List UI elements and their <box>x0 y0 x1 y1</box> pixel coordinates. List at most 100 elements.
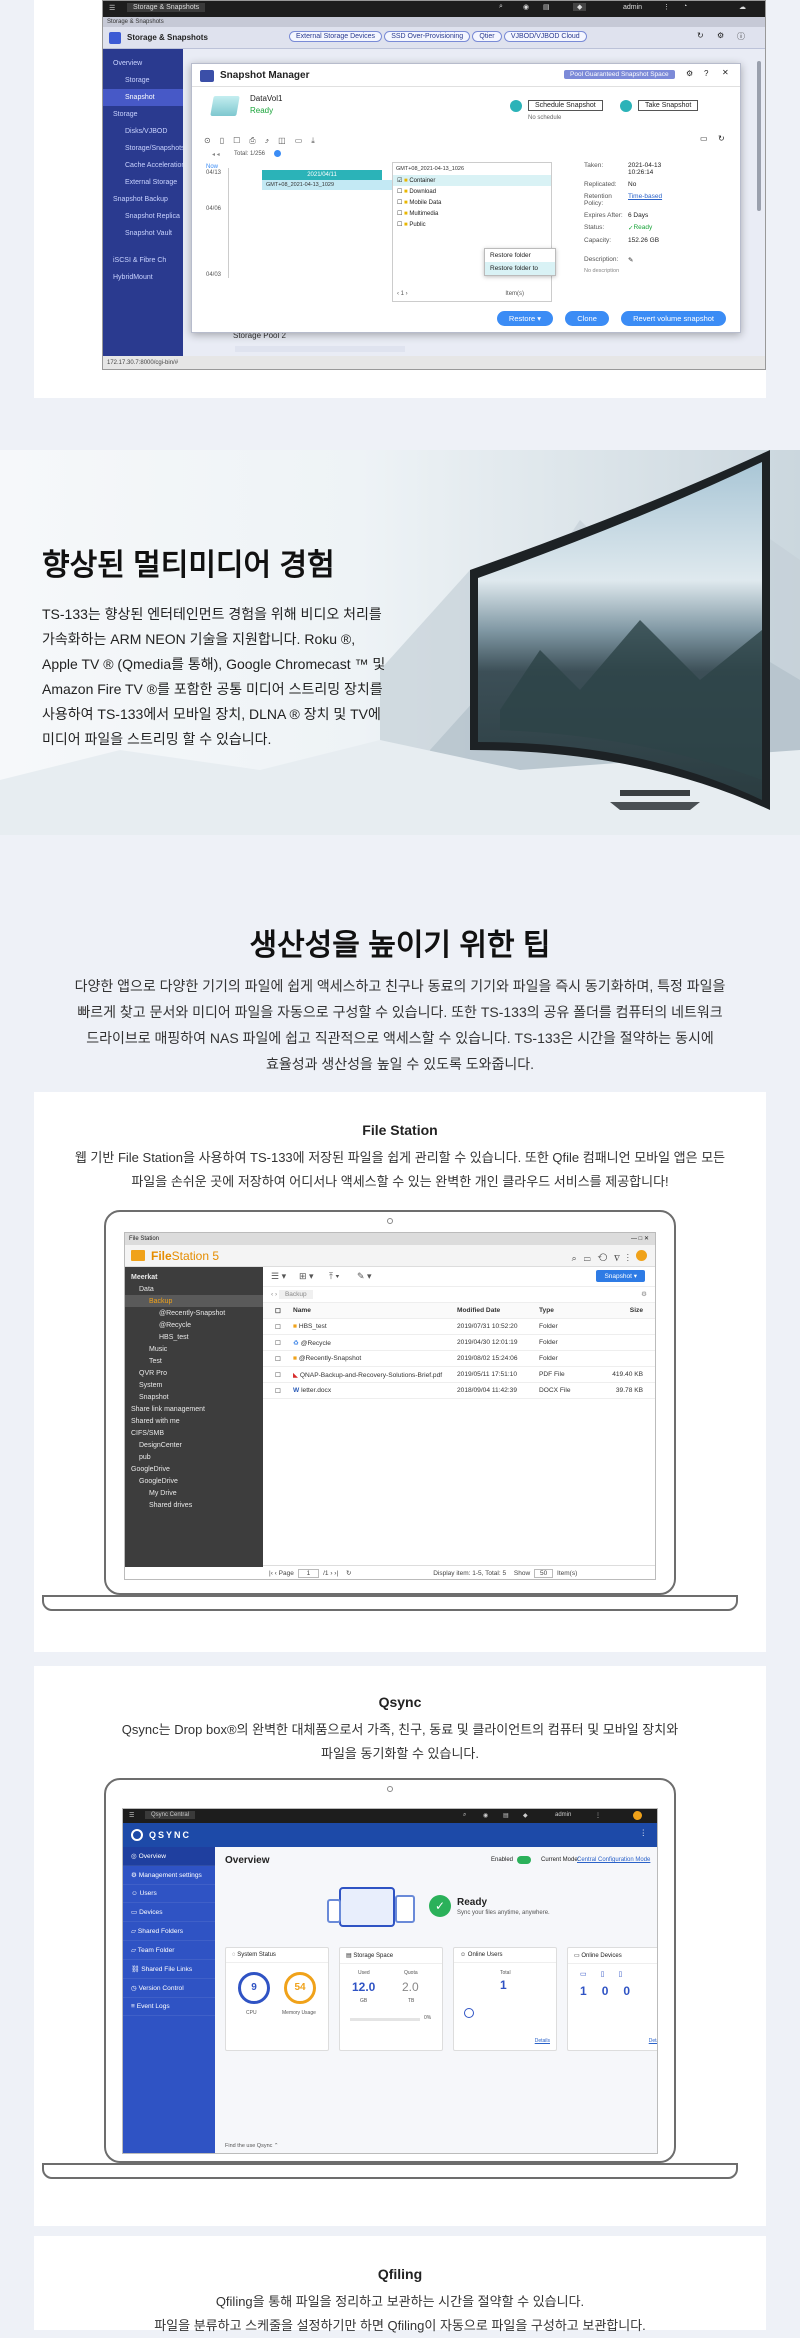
more-icon[interactable]: ⋮ <box>595 1812 601 1819</box>
nav-team-folder[interactable]: ▱ Team Folder <box>123 1941 215 1960</box>
footer-text[interactable]: Find the use Qsync <box>225 2143 272 2149</box>
pill-ssd[interactable]: SSD Over-Provisioning <box>384 31 471 42</box>
task-icon[interactable]: ◉ <box>523 3 529 11</box>
enable-toggle[interactable] <box>517 1856 531 1864</box>
clone-button[interactable]: Clone <box>565 311 609 326</box>
notification-icon[interactable]: ▤ <box>503 1812 509 1819</box>
snapshot-button[interactable]: Snapshot ▾ <box>596 1270 645 1282</box>
nav-storage-snapshots[interactable]: Storage/Snapshots <box>103 140 185 157</box>
retention-link[interactable]: Time-based <box>628 193 662 207</box>
users-details-link[interactable]: Details <box>535 2038 550 2044</box>
info-icon[interactable]: ⓘ <box>737 31 745 42</box>
checkbox[interactable]: ☐ <box>397 211 404 217</box>
folder-row[interactable]: ☑ ■ Container <box>393 175 551 186</box>
refresh-icon[interactable]: ↻ <box>718 134 725 143</box>
tree-snapshot[interactable]: Snapshot <box>125 1391 263 1403</box>
topbar-tab[interactable]: Storage & Snapshots <box>127 3 206 12</box>
nav-storage-group[interactable]: Storage <box>103 106 183 123</box>
tree-designcenter[interactable]: DesignCenter <box>125 1439 263 1451</box>
tree-music[interactable]: Music <box>125 1343 263 1355</box>
task-icon[interactable]: ◉ <box>483 1812 488 1819</box>
menu-icon[interactable]: ☰ <box>109 4 115 12</box>
nav-iscsi[interactable]: iSCSI & Fibre Ch <box>103 252 183 269</box>
screen-icon[interactable]: ▭ <box>584 1253 598 1263</box>
nav-hybridmount[interactable]: HybridMount <box>103 269 183 286</box>
take-snapshot-button[interactable]: Take Snapshot <box>638 100 699 111</box>
tree-mydrive[interactable]: My Drive <box>125 1487 263 1499</box>
nav-disks[interactable]: Disks/VJBOD <box>103 123 183 140</box>
nav-overview[interactable]: ◎ Overview <box>123 1847 215 1866</box>
view-icon[interactable]: ▭ <box>700 134 708 143</box>
close-icon[interactable]: ✕ <box>722 68 729 77</box>
tree-hbs[interactable]: HBS_test <box>125 1331 263 1343</box>
row-checkbox[interactable]: ☐ <box>263 1371 293 1379</box>
collapse-icon[interactable]: ◂ ◂ <box>212 151 220 158</box>
window-controls-icon[interactable]: — □ ✕ <box>631 1233 649 1245</box>
pool-guaranteed-pill[interactable]: Pool Guaranteed Snapshot Space <box>564 70 675 79</box>
bell-icon[interactable]: ◆ <box>523 1812 528 1819</box>
devices-details-link[interactable]: Details <box>649 2038 657 2044</box>
toolbar-icon-4[interactable]: ⎙ <box>249 136 264 145</box>
tree-qvr[interactable]: QVR Pro <box>125 1367 263 1379</box>
next-page-icon[interactable]: › ›| <box>330 1570 338 1577</box>
nav-management[interactable]: ⚙ Management settings <box>123 1866 215 1885</box>
tree-system[interactable]: System <box>125 1379 263 1391</box>
row-checkbox[interactable]: ☐ <box>263 1339 293 1347</box>
nav-devices[interactable]: ▭ Devices <box>123 1903 215 1922</box>
row-checkbox[interactable]: ☐ <box>263 1387 293 1395</box>
tools-icon[interactable]: ✎ ▾ <box>357 1271 372 1282</box>
topbar-user[interactable]: admin <box>623 4 642 11</box>
revert-button[interactable]: Revert volume snapshot <box>621 311 726 326</box>
tree-data[interactable]: Data <box>125 1283 263 1295</box>
page-input[interactable]: 1 <box>297 1569 320 1578</box>
col-size[interactable]: Size <box>593 1307 643 1314</box>
first-page-icon[interactable]: |‹ ‹ <box>269 1570 279 1577</box>
scrollbar[interactable] <box>757 61 761 211</box>
nav-snapshot-replica[interactable]: Snapshot Replica <box>103 208 183 225</box>
qy-user[interactable]: admin <box>555 1812 571 1818</box>
more-icon[interactable]: ⋮ <box>640 1828 648 1837</box>
nav-users[interactable]: ☺ Users <box>123 1885 215 1903</box>
pill-qtier[interactable]: Qtier <box>472 31 502 42</box>
user-avatar-icon[interactable] <box>636 1250 647 1261</box>
refresh-icon[interactable]: ↻ <box>697 31 704 40</box>
tree-shared-with-me[interactable]: Shared with me <box>125 1415 263 1427</box>
nav-cache[interactable]: Cache Acceleration <box>103 157 185 174</box>
nav-snapshot[interactable]: Snapshot <box>103 89 183 106</box>
settings-icon[interactable]: ⚙ <box>641 1290 647 1298</box>
tree-test[interactable]: Test <box>125 1355 263 1367</box>
tree-pub[interactable]: pub <box>125 1451 263 1463</box>
folder-row[interactable]: ☐ ■ Mobile Data <box>393 197 551 208</box>
nav-snapshot-vault[interactable]: Snapshot Vault <box>103 225 183 242</box>
folder-row[interactable]: ☐ ■ Multimedia <box>393 208 551 219</box>
nav-storage[interactable]: Storage <box>103 72 183 89</box>
table-row[interactable]: ☐ ■ HBS_test 2019/07/31 10:52:20 Folder <box>263 1319 655 1335</box>
tree-meerkat[interactable]: Meerkat <box>125 1271 263 1283</box>
checkbox[interactable]: ☐ <box>397 189 404 195</box>
nav-shared-folders[interactable]: ▱ Shared Folders <box>123 1922 215 1941</box>
settings-icon[interactable]: ⚙ <box>686 69 693 78</box>
download-icon[interactable]: ⤓ <box>311 136 324 145</box>
toolbar-icon-7[interactable]: ▭ <box>295 136 312 145</box>
more-icon[interactable]: ⋮ <box>663 3 670 11</box>
back-icon[interactable]: ‹ › <box>271 1291 279 1298</box>
gauge-icon[interactable]: ◔ <box>683 3 687 10</box>
help-icon[interactable]: ? <box>704 69 708 78</box>
select-all-checkbox[interactable]: ☐ <box>263 1307 293 1315</box>
tree-recent-snapshot[interactable]: @Recently-Snapshot <box>125 1307 263 1319</box>
new-folder-icon[interactable]: ⊞ ▾ <box>299 1271 314 1282</box>
qy-mode-link[interactable]: Central Configuration Mode <box>577 1857 650 1863</box>
menu-restore-folder[interactable]: Restore folder <box>485 249 555 262</box>
toolbar-icon-1[interactable]: ⊙ <box>204 136 220 145</box>
tree-googledrive-sub[interactable]: GoogleDrive <box>125 1475 263 1487</box>
restore-button[interactable]: Restore ▾ <box>496 311 554 326</box>
show-select[interactable]: 50 <box>533 1569 554 1578</box>
tree-backup[interactable]: Backup <box>125 1295 263 1307</box>
nav-version-control[interactable]: ◷ Version Control <box>123 1979 215 1998</box>
search-icon[interactable]: ⌕ <box>463 1812 466 1819</box>
snapshot-entry[interactable]: GMT+08_2021-04-13_1029 <box>262 180 392 190</box>
edit-icon[interactable]: ✎ <box>628 256 633 264</box>
sync-icon[interactable]: ⟲ <box>598 1253 615 1263</box>
nav-shared-links[interactable]: ⛓ Shared File Links <box>123 1960 215 1979</box>
folder-row[interactable]: ☐ ■ Download <box>393 186 551 197</box>
